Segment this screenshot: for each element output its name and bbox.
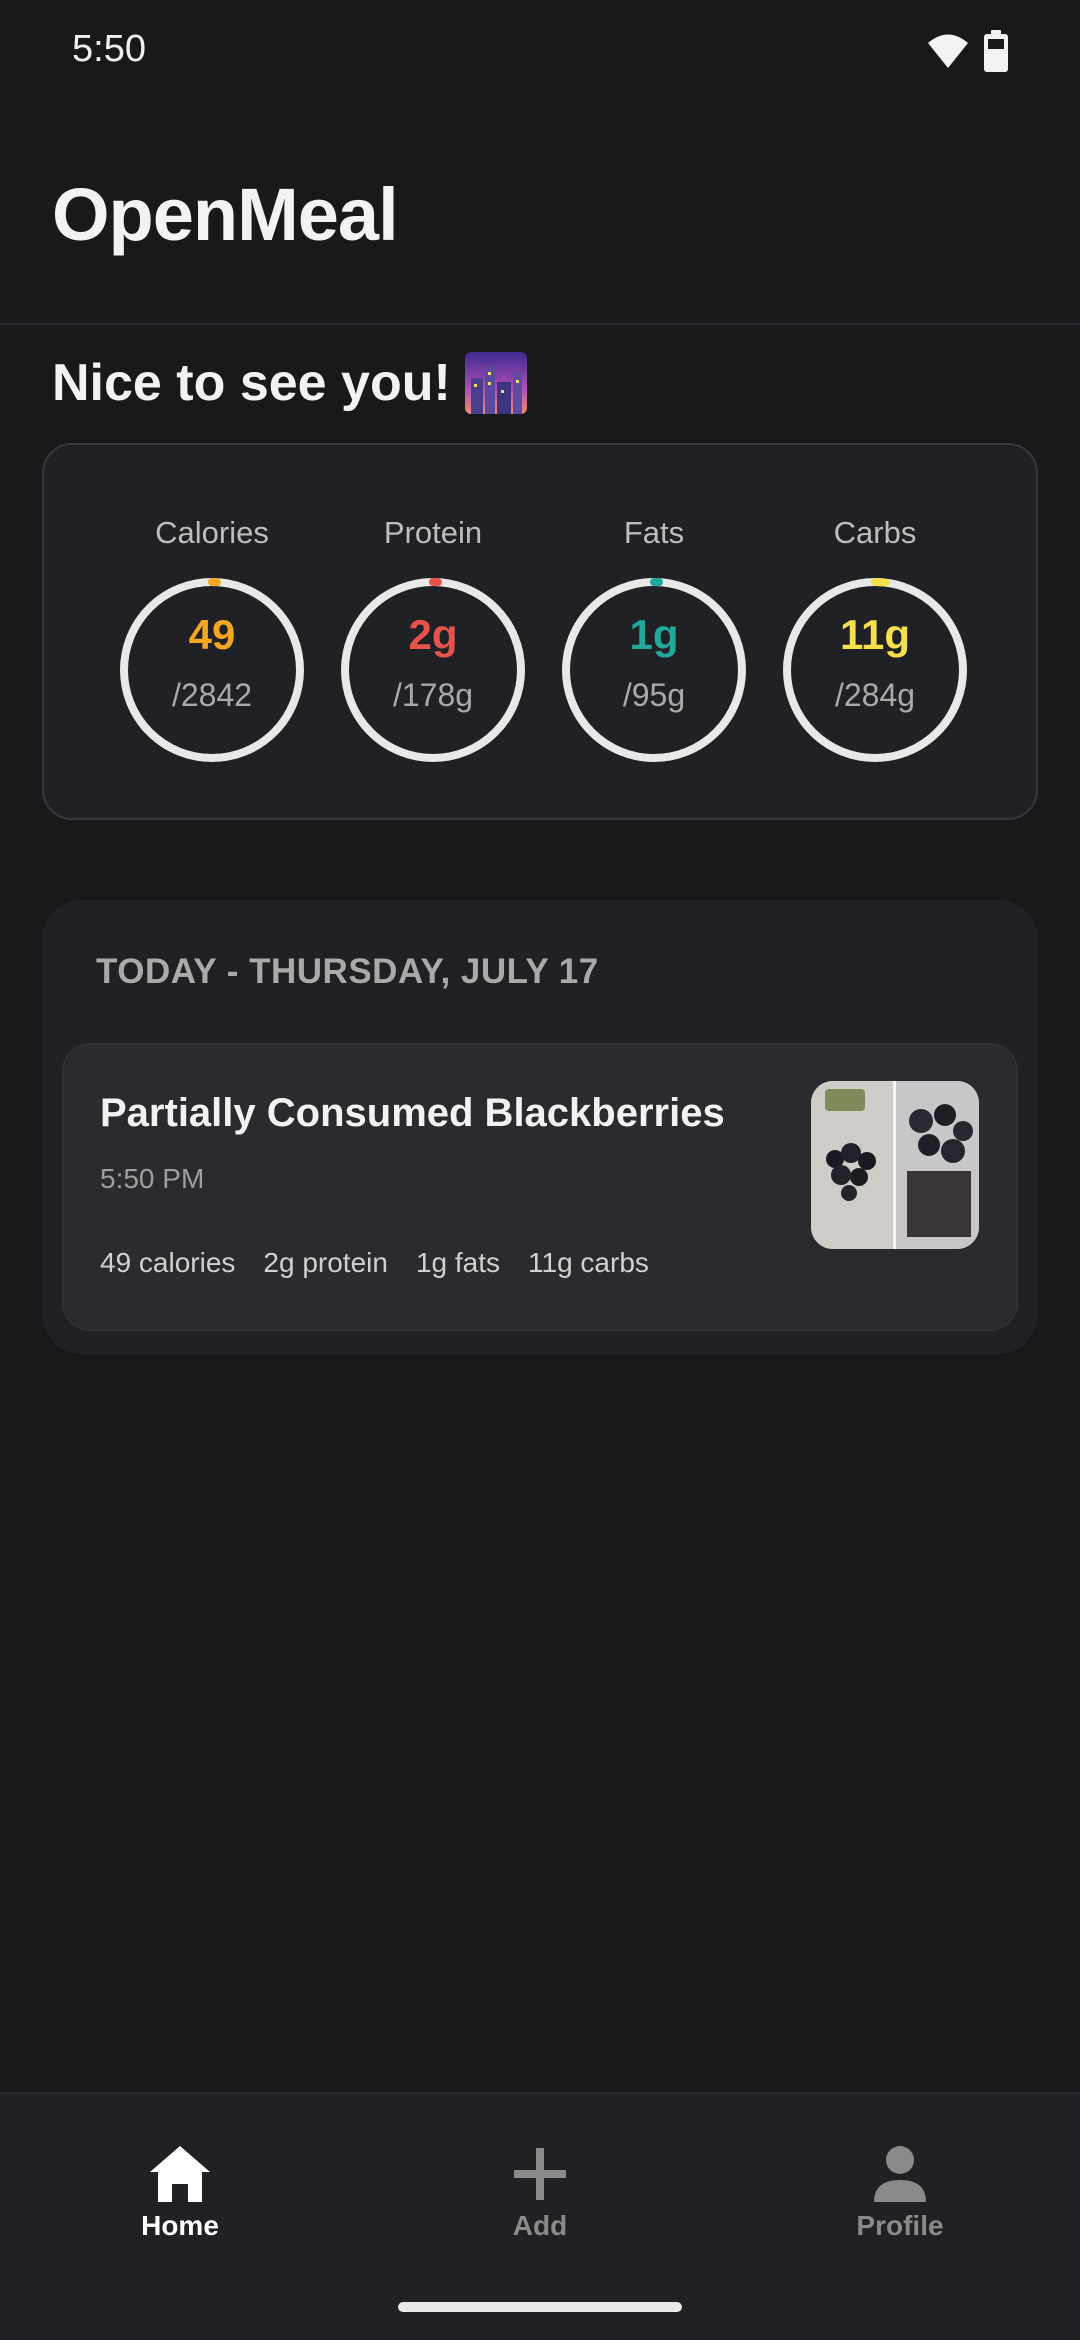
macro-goal: /2842 (171, 677, 253, 713)
nav-profile[interactable]: Profile (790, 2144, 1010, 2242)
macro-ring: 49 /2842 (117, 575, 307, 765)
macro-goal: /178g (392, 677, 474, 713)
macro-fats: Fats 1g /95g (559, 513, 749, 765)
home-icon (150, 2146, 210, 2202)
nav-home[interactable]: Home (70, 2144, 290, 2242)
macro-value: 11g (839, 611, 911, 658)
app-title: OpenMeal (52, 173, 399, 256)
meal-name: Partially Consumed Blackberries (100, 1091, 725, 1135)
status-time: 5:50 (72, 28, 146, 70)
greeting: Nice to see you! (52, 352, 527, 414)
night-city-emoji-icon (464, 352, 527, 414)
macro-ring: 1g /95g (559, 575, 749, 765)
macro-ring: 11g /284g (780, 575, 970, 765)
nav-label: Home (141, 2210, 219, 2241)
macro-value: 49 (188, 611, 236, 658)
battery-icon (984, 30, 1008, 72)
macro-goal: /95g (622, 677, 686, 713)
meal-time: 5:50 PM (100, 1163, 205, 1194)
macro-goal: /284g (834, 677, 916, 713)
nav-add[interactable]: Add (430, 2144, 650, 2242)
screen: 5:50 OpenMeal Nice to see you! Calories … (0, 0, 1080, 2340)
today-card: TODAY - THURSDAY, JULY 17 Partially Cons… (42, 900, 1038, 1354)
progress-ring-icon (120, 578, 304, 762)
meal-carbs: 11g carbs (528, 1247, 649, 1278)
meal-calories: 49 calories (100, 1247, 236, 1278)
meal-fats: 1g fats (415, 1247, 501, 1278)
progress-ring-icon (783, 578, 967, 762)
status-bar: 5:50 (0, 0, 1080, 110)
nav-label: Profile (856, 2210, 944, 2241)
progress-ring-icon (341, 578, 525, 762)
meal-macros: 49 calories 2g protein 1g fats 11g carbs (100, 1247, 649, 1279)
home-indicator[interactable] (398, 2302, 682, 2312)
macro-carbs: Carbs 11g /284g (780, 513, 970, 765)
nav-label: Add (512, 2210, 568, 2241)
meal-protein: 2g protein (263, 1247, 388, 1278)
macro-label: Carbs (833, 515, 917, 550)
macro-ring: 2g /178g (338, 575, 528, 765)
meal-list-item[interactable]: Partially Consumed Blackberries 5:50 PM … (62, 1043, 1018, 1331)
progress-ring-icon (562, 578, 746, 762)
macro-calories: Calories 49 /2842 (117, 513, 307, 765)
wifi-icon (928, 34, 968, 68)
macro-protein: Protein 2g /178g (338, 513, 528, 765)
person-icon (874, 2146, 926, 2202)
macro-label: Fats (623, 515, 685, 550)
macro-summary-card: Calories 49 /2842 Protein 2g /178g Fats … (42, 443, 1038, 820)
macro-label: Calories (155, 515, 269, 550)
macro-value: 2g (408, 611, 458, 658)
macro-value: 1g (629, 611, 679, 658)
meal-photo (811, 1081, 979, 1249)
header-divider (0, 323, 1080, 325)
today-heading: TODAY - THURSDAY, JULY 17 (96, 952, 599, 991)
macro-label: Protein (383, 515, 483, 550)
greeting-text: Nice to see you! (52, 354, 451, 412)
plus-icon (514, 2148, 566, 2200)
